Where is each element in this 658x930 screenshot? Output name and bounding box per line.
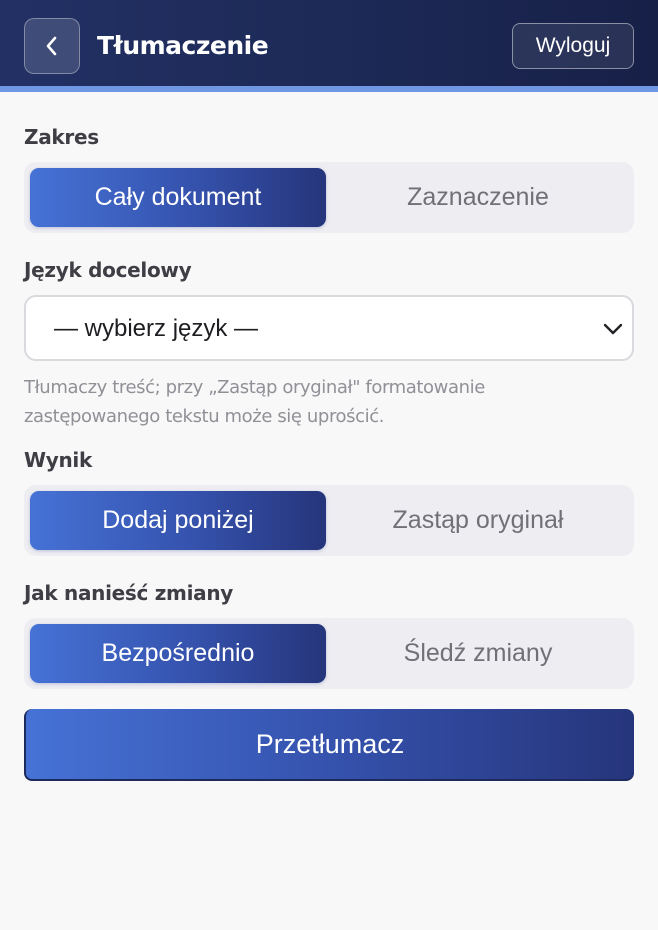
scope-option-selection[interactable]: Zaznaczenie bbox=[330, 168, 626, 227]
chevron-left-icon bbox=[46, 36, 57, 56]
apply-option-track-changes[interactable]: Śledź zmiany bbox=[330, 624, 626, 683]
output-option-replace-original[interactable]: Zastąp oryginał bbox=[330, 491, 626, 550]
output-segmented-control: Dodaj poniżej Zastąp oryginał bbox=[24, 485, 634, 556]
apply-option-direct[interactable]: Bezpośrednio bbox=[30, 624, 326, 683]
page-title: Tłumaczenie bbox=[97, 31, 269, 60]
apply-changes-label: Jak nanieść zmiany bbox=[24, 581, 234, 605]
scope-option-whole-document[interactable]: Cały dokument bbox=[30, 168, 326, 227]
scope-segmented-control: Cały dokument Zaznaczenie bbox=[24, 162, 634, 233]
logout-button[interactable]: Wyloguj bbox=[512, 23, 634, 69]
scope-label: Zakres bbox=[24, 125, 99, 149]
target-language-hint: Tłumaczy treść; przy „Zastąp oryginał" f… bbox=[24, 377, 485, 427]
apply-changes-segmented-control: Bezpośrednio Śledź zmiany bbox=[24, 618, 634, 689]
output-label: Wynik bbox=[24, 448, 92, 472]
header-accent-strip bbox=[0, 86, 658, 92]
target-language-select[interactable]: — wybierz język — bbox=[24, 295, 634, 361]
target-language-value: — wybierz język — bbox=[54, 315, 259, 342]
chevron-down-icon bbox=[603, 323, 623, 335]
translate-button[interactable]: Przetłumacz bbox=[24, 709, 634, 781]
app-header: Tłumaczenie Wyloguj bbox=[0, 0, 658, 86]
target-language-label: Język docelowy bbox=[24, 258, 192, 282]
back-button[interactable] bbox=[24, 18, 80, 74]
output-option-add-below[interactable]: Dodaj poniżej bbox=[30, 491, 326, 550]
